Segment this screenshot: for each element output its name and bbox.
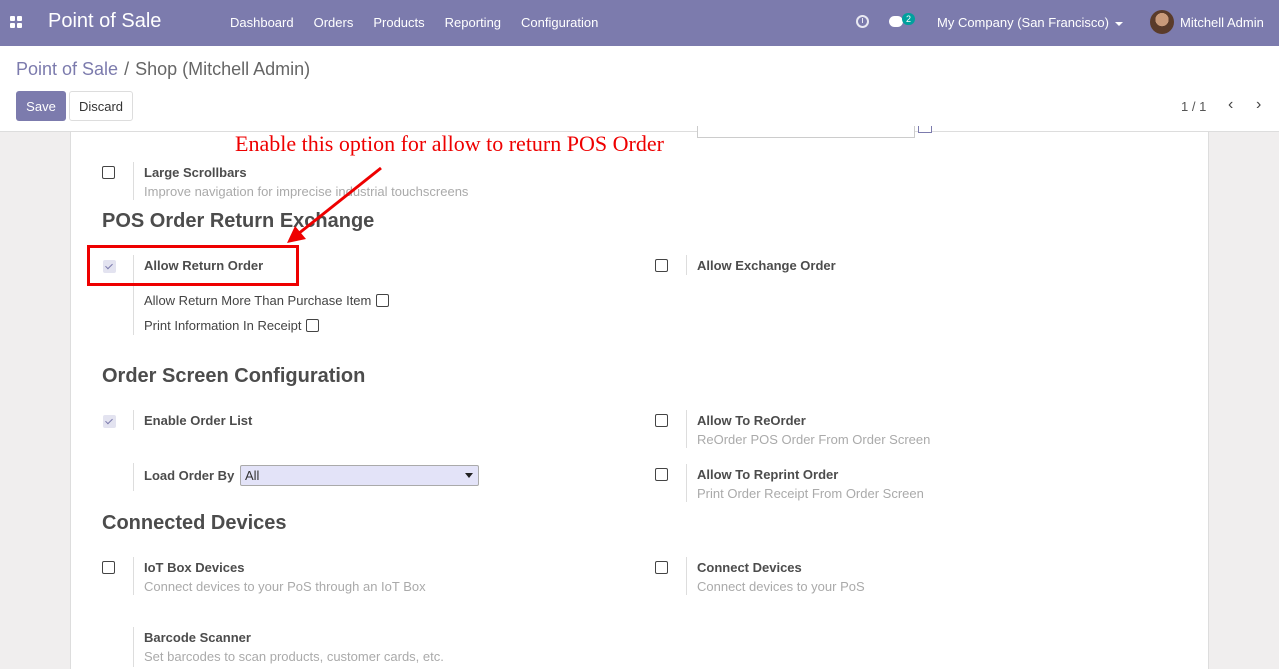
connect-devices-label: Connect Devices	[697, 560, 802, 575]
partial-button[interactable]	[918, 126, 932, 133]
control-panel: Point of Sale / Shop (Mitchell Admin) Save…	[0, 46, 1279, 132]
divider	[133, 627, 134, 667]
menu-products[interactable]: Products	[373, 15, 424, 30]
divider	[686, 557, 687, 595]
allow-reorder-label: Allow To ReOrder	[697, 413, 806, 428]
chevron-down-icon	[465, 473, 473, 478]
connect-devices-checkbox[interactable]	[655, 561, 668, 574]
divider	[686, 464, 687, 502]
breadcrumb-root-link[interactable]: Point of Sale	[16, 59, 118, 79]
discard-button[interactable]: Discard	[69, 91, 133, 121]
divider	[133, 162, 134, 200]
allow-return-more-checkbox[interactable]	[376, 294, 389, 307]
allow-exchange-checkbox[interactable]	[655, 259, 668, 272]
barcode-scanner-desc: Set barcodes to scan products, customer …	[144, 649, 444, 664]
chat-count-badge: 2	[902, 13, 916, 25]
divider	[133, 463, 134, 491]
save-button[interactable]: Save	[16, 91, 66, 121]
iot-box-desc: Connect devices to your PoS through an I…	[144, 579, 426, 594]
menu-configuration[interactable]: Configuration	[521, 15, 598, 30]
load-order-by-value: All	[245, 468, 260, 483]
allow-return-more-label: Allow Return More Than Purchase Item	[144, 293, 372, 308]
apps-menu-icon[interactable]	[10, 16, 22, 28]
allow-reprint-desc: Print Order Receipt From Order Screen	[697, 486, 924, 501]
divider	[686, 255, 687, 275]
iot-box-checkbox[interactable]	[102, 561, 115, 574]
annotation-text: Enable this option for allow to return P…	[235, 131, 664, 156]
load-order-by-select[interactable]: All	[240, 465, 479, 486]
divider	[133, 410, 134, 430]
print-info-label: Print Information In Receipt	[144, 318, 302, 333]
pager-next-icon[interactable]: ›	[1256, 96, 1261, 114]
enable-order-list-checkbox[interactable]	[103, 415, 116, 428]
breadcrumb-current: Shop (Mitchell Admin)	[135, 59, 311, 79]
menu-orders[interactable]: Orders	[314, 15, 354, 30]
top-navbar: Point of Sale Dashboard Orders Products …	[0, 0, 1279, 46]
iot-box-label: IoT Box Devices	[144, 560, 245, 575]
pager-prev-icon[interactable]: ‹	[1228, 96, 1233, 114]
allow-reprint-checkbox[interactable]	[655, 468, 668, 481]
allow-exchange-label: Allow Exchange Order	[697, 258, 836, 273]
barcode-scanner-label: Barcode Scanner	[144, 630, 251, 645]
company-switcher[interactable]: My Company (San Francisco)	[937, 15, 1123, 30]
app-brand[interactable]: Point of Sale	[48, 10, 161, 33]
partial-input-field[interactable]	[697, 126, 915, 138]
breadcrumb-separator: /	[124, 59, 130, 79]
annotation-highlight-box	[87, 245, 299, 286]
allow-reorder-checkbox[interactable]	[655, 414, 668, 427]
allow-reorder-desc: ReOrder POS Order From Order Screen	[697, 432, 931, 447]
enable-order-list-label: Enable Order List	[144, 413, 253, 428]
chat-icon[interactable]	[889, 16, 903, 27]
breadcrumb: Point of Sale / Shop (Mitchell Admin)	[16, 59, 310, 80]
menu-dashboard[interactable]: Dashboard	[230, 15, 294, 30]
large-scrollbars-label: Large Scrollbars	[144, 165, 247, 180]
section-heading-connected-devices: Connected Devices	[102, 512, 287, 534]
large-scrollbars-checkbox[interactable]	[102, 166, 115, 179]
main-menu: Dashboard Orders Products Reporting Conf…	[230, 15, 618, 30]
activity-clock-icon[interactable]	[856, 15, 869, 28]
load-order-by-label: Load Order By	[144, 468, 235, 483]
pager-value: 1 / 1	[1181, 99, 1207, 114]
chevron-down-icon	[1114, 21, 1123, 26]
divider	[133, 557, 134, 595]
avatar[interactable]	[1150, 10, 1174, 34]
section-heading-return-exchange: POS Order Return Exchange	[102, 210, 375, 232]
allow-reprint-label: Allow To Reprint Order	[697, 467, 839, 482]
menu-reporting[interactable]: Reporting	[445, 15, 501, 30]
user-name[interactable]: Mitchell Admin	[1180, 15, 1264, 30]
company-name: My Company (San Francisco)	[937, 15, 1109, 30]
large-scrollbars-desc: Improve navigation for imprecise industr…	[144, 184, 469, 199]
print-info-checkbox[interactable]	[306, 319, 319, 332]
section-heading-order-screen: Order Screen Configuration	[102, 365, 366, 387]
connect-devices-desc: Connect devices to your PoS	[697, 579, 865, 594]
divider	[686, 410, 687, 448]
